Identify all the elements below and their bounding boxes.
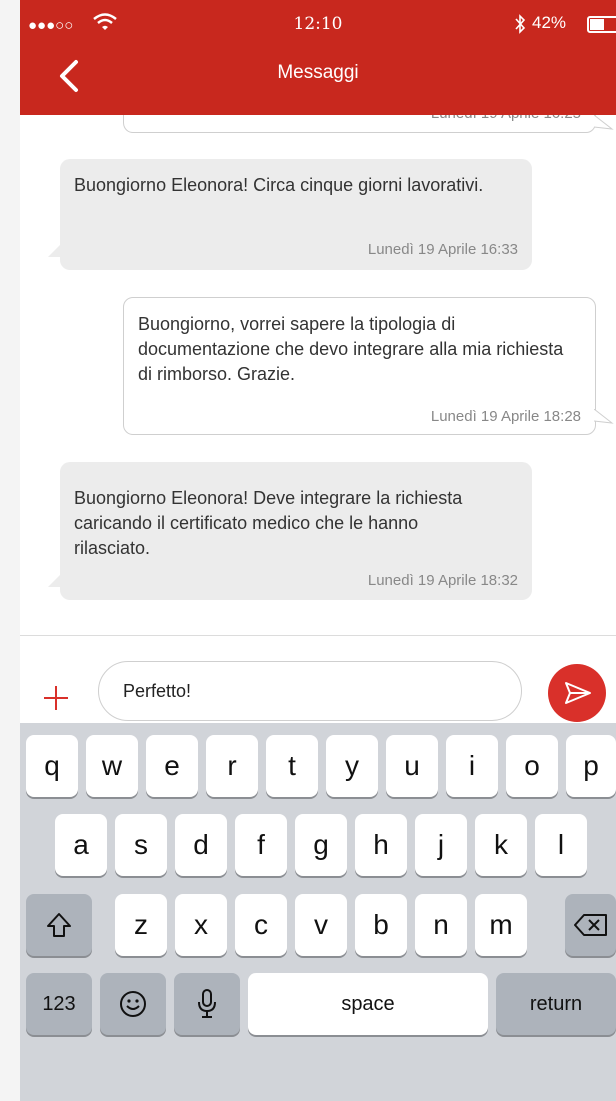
message-timestamp: Lunedì 19 Aprile 16:25	[431, 115, 581, 126]
backspace-icon	[573, 914, 607, 936]
app-screen: ●●●○○ 12:10 42% Messaggi Lunedì 19 April…	[20, 0, 616, 1101]
key-u[interactable]: u	[386, 735, 438, 797]
key-a[interactable]: a	[55, 814, 107, 876]
key-j[interactable]: j	[415, 814, 467, 876]
backspace-key[interactable]	[565, 894, 616, 956]
key-o[interactable]: o	[506, 735, 558, 797]
emoji-icon	[120, 991, 146, 1017]
key-m[interactable]: m	[475, 894, 527, 956]
key-y[interactable]: y	[326, 735, 378, 797]
app-header: ●●●○○ 12:10 42% Messaggi	[20, 0, 616, 115]
shift-icon	[47, 913, 71, 937]
status-bar: ●●●○○ 12:10 42%	[20, 0, 616, 46]
plus-icon[interactable]	[42, 684, 70, 712]
message-input[interactable]: Perfetto!	[98, 661, 522, 721]
message-bubble-outgoing: Buongiorno, vorrei sapere la tipologia d…	[123, 297, 596, 435]
message-timestamp: Lunedì 19 Aprile 18:28	[430, 408, 581, 425]
message-text: Buongiorno Eleonora! Circa cinque giorni…	[74, 175, 484, 195]
battery-percent: 42%	[532, 13, 567, 32]
message-text: Buongiorno Eleonora! Deve integrare la r…	[74, 488, 463, 558]
message-timestamp: Lunedì 19 Aprile 18:32	[367, 572, 518, 589]
key-w[interactable]: w	[86, 735, 138, 797]
key-p[interactable]: p	[566, 735, 616, 797]
keyboard: q w e r t y u i o p a s d f g h j k l z …	[20, 723, 616, 1101]
battery-icon	[587, 16, 616, 33]
key-i[interactable]: i	[446, 735, 498, 797]
bubble-tail	[48, 245, 60, 257]
bubble-tail	[594, 409, 614, 424]
bubble-tail	[48, 575, 60, 587]
message-list[interactable]: Lunedì 19 Aprile 16:25 Buongiorno Eleono…	[20, 115, 616, 635]
key-g[interactable]: g	[295, 814, 347, 876]
page-title: Messaggi	[277, 62, 359, 83]
key-d[interactable]: d	[175, 814, 227, 876]
emoji-key[interactable]	[100, 973, 166, 1035]
send-button[interactable]	[548, 664, 606, 722]
microphone-key[interactable]	[174, 973, 240, 1035]
key-f[interactable]: f	[235, 814, 287, 876]
microphone-icon	[198, 989, 216, 1018]
key-t[interactable]: t	[266, 735, 318, 797]
key-b[interactable]: b	[355, 894, 407, 956]
shift-key[interactable]	[26, 894, 92, 956]
key-s[interactable]: s	[115, 814, 167, 876]
bubble-tail	[594, 115, 614, 130]
key-l[interactable]: l	[535, 814, 587, 876]
battery-level	[590, 19, 604, 30]
key-c[interactable]: c	[235, 894, 287, 956]
key-v[interactable]: v	[295, 894, 347, 956]
numbers-key[interactable]: 123	[26, 973, 92, 1035]
key-r[interactable]: r	[206, 735, 258, 797]
message-timestamp: Lunedì 19 Aprile 16:33	[367, 241, 518, 258]
key-h[interactable]: h	[355, 814, 407, 876]
bluetooth-icon	[515, 14, 526, 34]
return-key[interactable]: return	[496, 973, 616, 1035]
send-icon	[565, 682, 591, 704]
key-e[interactable]: e	[146, 735, 198, 797]
key-x[interactable]: x	[175, 894, 227, 956]
message-text: Buongiorno, vorrei sapere la tipologia d…	[138, 314, 564, 384]
key-k[interactable]: k	[475, 814, 527, 876]
message-bubble-incoming: Buongiorno Eleonora! Deve integrare la r…	[60, 462, 532, 600]
message-bubble-outgoing: Lunedì 19 Aprile 16:25	[123, 115, 596, 133]
key-z[interactable]: z	[115, 894, 167, 956]
key-n[interactable]: n	[415, 894, 467, 956]
key-q[interactable]: q	[26, 735, 78, 797]
message-bubble-incoming: Buongiorno Eleonora! Circa cinque giorni…	[60, 159, 532, 270]
space-key[interactable]: space	[248, 973, 488, 1035]
